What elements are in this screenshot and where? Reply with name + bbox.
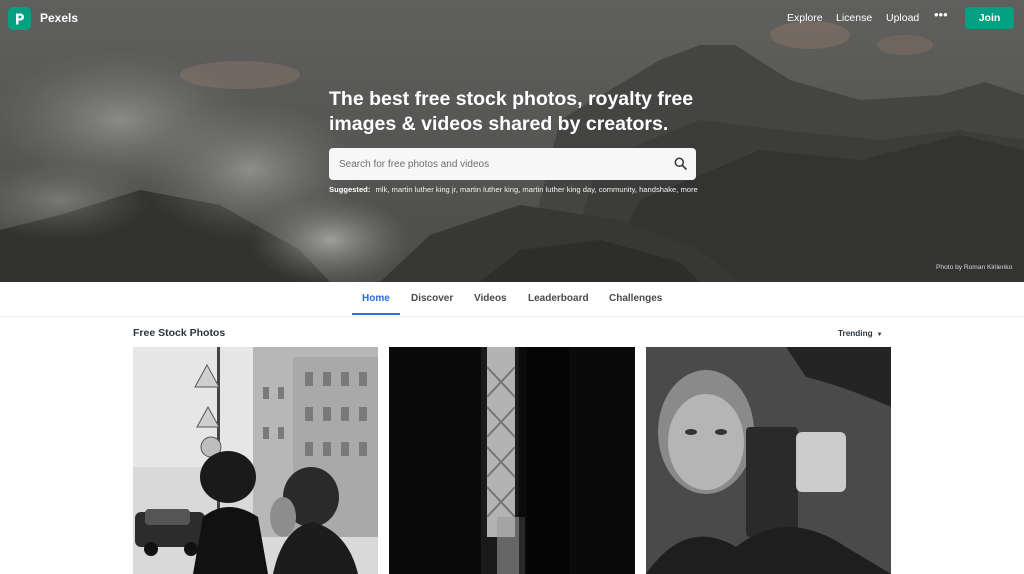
nav-explore[interactable]: Explore xyxy=(787,12,823,24)
photo-card[interactable] xyxy=(646,347,891,574)
hero-banner: Pexels Explore License Upload ••• Join T… xyxy=(0,0,1024,282)
sort-label: Trending xyxy=(838,329,873,338)
tab-videos[interactable]: Videos xyxy=(474,293,507,304)
suggested-item[interactable]: handshake xyxy=(639,185,676,194)
top-navigation: Pexels Explore License Upload ••• Join xyxy=(0,0,1024,36)
search-input[interactable] xyxy=(329,149,659,179)
photo-woman-reflection xyxy=(646,347,891,574)
search-bar xyxy=(329,148,696,180)
photo-credit[interactable]: Photo by Roman Kirilenko xyxy=(936,264,1012,271)
join-button[interactable]: Join xyxy=(965,7,1014,29)
nav-upload[interactable]: Upload xyxy=(886,12,919,24)
brand-name[interactable]: Pexels xyxy=(40,11,78,25)
photo-card[interactable] xyxy=(389,347,635,574)
photo-dark-window-light xyxy=(389,347,635,574)
suggested-item[interactable]: mlk xyxy=(375,185,387,194)
suggested-item[interactable]: martin luther king day xyxy=(522,185,594,194)
more-dots-icon[interactable]: ••• xyxy=(934,7,948,22)
tab-home[interactable]: Home xyxy=(362,293,390,304)
hero-headline: The best free stock photos, royalty free… xyxy=(329,88,694,135)
suggested-searches: Suggested: mlk, martin luther king jr, m… xyxy=(329,185,698,194)
hero-background-image xyxy=(0,0,1024,282)
search-icon[interactable] xyxy=(674,157,687,170)
tab-challenges[interactable]: Challenges xyxy=(609,293,662,304)
sort-dropdown[interactable]: Trending ▼ xyxy=(838,329,883,338)
suggested-item[interactable]: martin luther king jr xyxy=(392,185,456,194)
suggested-item[interactable]: martin luther king xyxy=(460,185,518,194)
tab-leaderboard[interactable]: Leaderboard xyxy=(528,293,589,304)
photo-card[interactable] xyxy=(133,347,378,574)
active-tab-indicator xyxy=(352,313,400,315)
suggested-label: Suggested: xyxy=(329,185,371,194)
section-title: Free Stock Photos xyxy=(133,327,226,339)
suggested-item[interactable]: community xyxy=(599,185,635,194)
tab-discover[interactable]: Discover xyxy=(411,293,453,304)
suggested-more-link[interactable]: more xyxy=(680,185,697,194)
nav-license[interactable]: License xyxy=(836,12,872,24)
pexels-logo-icon[interactable] xyxy=(8,7,31,30)
caret-down-icon: ▼ xyxy=(876,332,883,338)
content-tabs: Home Discover Videos Leaderboard Challen… xyxy=(0,282,1024,317)
photo-street-couple xyxy=(133,347,378,574)
